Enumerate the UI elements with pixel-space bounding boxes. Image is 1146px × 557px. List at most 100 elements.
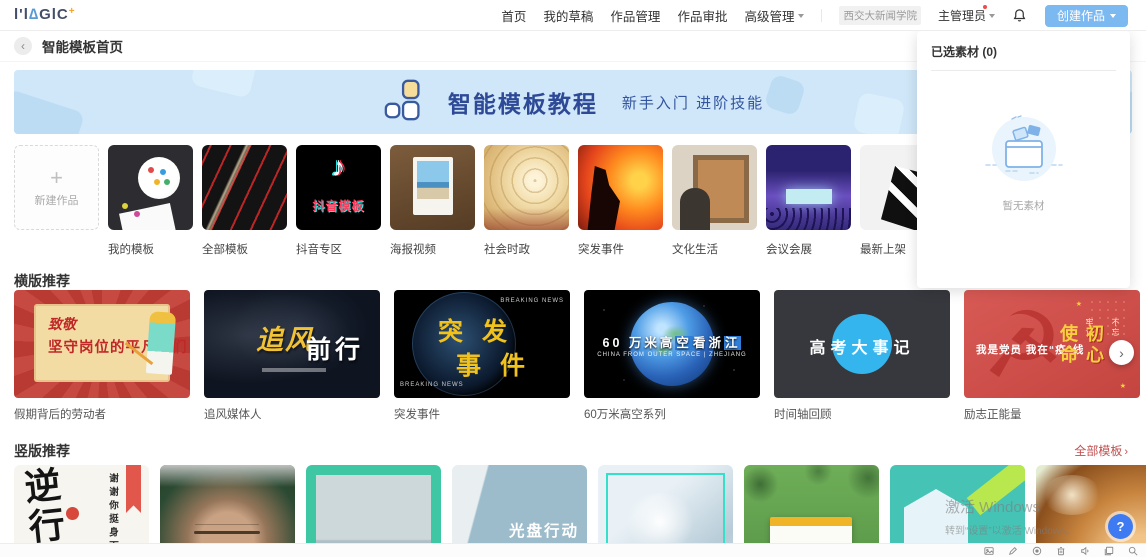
page-title: 智能模板首页: [42, 36, 123, 56]
empty-state: 暂无素材: [917, 109, 1130, 213]
banner-title: 智能模板教程: [448, 85, 598, 119]
delete-trash-icon[interactable]: [1056, 546, 1066, 556]
new-work-tile[interactable]: + 新建作品: [14, 145, 99, 257]
chevron-down-icon: [989, 14, 995, 18]
category-thumb[interactable]: [390, 145, 475, 230]
create-work-button[interactable]: 创建作品: [1045, 5, 1128, 27]
category-row: + 新建作品 我的模板 全部模板 ♪ 抖音模板 抖音专区 海报视频 社会时政: [14, 145, 945, 257]
thumb-text: 60 万米高空看浙江: [584, 332, 760, 351]
app-logo[interactable]: l'l∆GlC+: [14, 6, 76, 23]
card-caption: 60万米高空系列: [584, 406, 760, 422]
chevron-down-icon: [1110, 14, 1116, 18]
template-card-breaking-news[interactable]: BREAKING NEWS 突 发 事 件 BREAKING NEWS 突发事件: [394, 290, 570, 422]
thumb-text: 不忘: [1111, 318, 1120, 338]
role-label: 主管理员: [938, 7, 986, 24]
new-work-box[interactable]: + 新建作品: [14, 145, 99, 230]
app-root: l'l∆GlC+ 首页 我的草稿 作品管理 作品审批 高级管理 西交大新闻学院 …: [0, 0, 1146, 557]
search-icon[interactable]: [1128, 546, 1138, 556]
category-culture-life[interactable]: 文化生活: [672, 145, 757, 257]
category-thumb[interactable]: ♪ 抖音模板: [296, 145, 381, 230]
template-card-laborers[interactable]: 致敬 坚守岗位的平凡人们 假期背后的劳动者: [14, 290, 190, 422]
edit-pen-icon[interactable]: [1008, 546, 1018, 556]
banner-deco: [852, 92, 905, 134]
template-thumb[interactable]: 致敬 坚守岗位的平凡人们: [14, 290, 190, 398]
category-my-templates[interactable]: 我的模板: [108, 145, 193, 257]
logo-part: G: [39, 6, 52, 23]
logo-triangle: ∆: [29, 6, 39, 23]
template-card-space-series[interactable]: 60 万米高空看浙江 CHINA FROM OUTER SPACE | ZHEJ…: [584, 290, 760, 422]
category-label: 突发事件: [578, 241, 663, 257]
thumb-detail: [126, 465, 141, 513]
category-all-templates[interactable]: 全部模板: [202, 145, 287, 257]
template-thumb[interactable]: 高考大事记: [774, 290, 950, 398]
top-header: l'l∆GlC+ 首页 我的草稿 作品管理 作品审批 高级管理 西交大新闻学院 …: [0, 0, 1146, 31]
banner-deco: [764, 74, 807, 117]
star-icon: ★: [1120, 382, 1126, 390]
card-caption: 时间轴回顾: [774, 406, 950, 422]
category-thumb[interactable]: [578, 145, 663, 230]
link-label: 全部模板: [1074, 444, 1122, 458]
nav-works-approval[interactable]: 作品审批: [677, 6, 727, 25]
category-thumb[interactable]: [766, 145, 851, 230]
category-label: 抖音专区: [296, 241, 381, 257]
help-button[interactable]: ?: [1108, 514, 1133, 539]
volume-icon[interactable]: [1080, 546, 1090, 556]
thumb-text: 使命: [1054, 324, 1080, 366]
category-douyin[interactable]: ♪ 抖音模板 抖音专区: [296, 145, 381, 257]
plus-icon: +: [50, 168, 63, 188]
category-label: 我的模板: [108, 241, 193, 257]
category-politics[interactable]: 社会时政: [484, 145, 569, 257]
seal-stamp: [66, 507, 79, 520]
thumb-text: 高考大事记: [774, 334, 950, 358]
thumb-text: 空: [675, 336, 693, 350]
banner-deco: [190, 70, 258, 99]
horizontal-card-row: 致敬 坚守岗位的平凡人们 假期背后的劳动者 追风 前行 追风媒体人 BREAKI…: [14, 290, 1140, 422]
card-caption: 突发事件: [394, 406, 570, 422]
thumb-text: CHINA FROM OUTER SPACE | ZHEJIANG: [584, 352, 760, 358]
nav-home[interactable]: 首页: [501, 6, 526, 25]
category-thumb[interactable]: [484, 145, 569, 230]
thumb-text: 抖音模板: [296, 197, 381, 214]
card-caption: 追风媒体人: [204, 406, 380, 422]
new-work-label: 新建作品: [35, 192, 79, 208]
nav-divider: [821, 9, 822, 22]
category-label: 文化生活: [672, 241, 757, 257]
empty-text: 暂无素材: [1003, 198, 1045, 213]
category-breaking-events[interactable]: 突发事件: [578, 145, 663, 257]
logo-part: l'l: [14, 6, 29, 23]
nav-works-management[interactable]: 作品管理: [610, 6, 660, 25]
nav-advanced-management[interactable]: 高级管理: [744, 6, 804, 25]
nav-label: 高级管理: [744, 6, 794, 25]
template-thumb[interactable]: 追风 前行: [204, 290, 380, 398]
top-nav: 首页 我的草稿 作品管理 作品审批 高级管理 西交大新闻学院 主管理员 创建作品: [501, 0, 1128, 31]
create-work-label: 创建作品: [1057, 7, 1105, 24]
thumb-text: 致敬: [48, 314, 76, 334]
carousel-next-button[interactable]: ›: [1109, 340, 1134, 365]
org-badge: 西交大新闻学院: [839, 6, 921, 25]
template-thumb[interactable]: BREAKING NEWS 突 发 事 件 BREAKING NEWS: [394, 290, 570, 398]
template-card-storm-media[interactable]: 追风 前行 追风媒体人: [204, 290, 380, 422]
record-circle-icon[interactable]: [1032, 546, 1042, 556]
category-label: 全部模板: [202, 241, 287, 257]
banner-subtitle: 新手入门 进阶技能: [622, 92, 764, 113]
category-poster-video[interactable]: 海报视频: [390, 145, 475, 257]
all-templates-link[interactable]: 全部模板›: [1074, 442, 1128, 459]
category-thumb[interactable]: [672, 145, 757, 230]
window-icon[interactable]: [1104, 546, 1114, 556]
category-label: 海报视频: [390, 241, 475, 257]
thumb-text: BREAKING NEWS: [500, 298, 564, 304]
nav-my-drafts[interactable]: 我的草稿: [543, 6, 593, 25]
category-conference[interactable]: 会议会展: [766, 145, 851, 257]
thumb-text: 初心: [1080, 324, 1106, 366]
back-button[interactable]: ‹: [14, 37, 32, 55]
thumb-text: 前行: [306, 330, 364, 366]
category-thumb[interactable]: [202, 145, 287, 230]
bell-icon[interactable]: [1012, 8, 1028, 24]
user-role-menu[interactable]: 主管理员: [938, 7, 995, 24]
category-thumb[interactable]: [108, 145, 193, 230]
template-thumb[interactable]: 60 万米高空看浙江 CHINA FROM OUTER SPACE | ZHEJ…: [584, 290, 760, 398]
image-icon[interactable]: [984, 546, 994, 556]
chevron-down-icon: [798, 14, 804, 18]
panel-title: 已选素材 (0): [917, 31, 1130, 70]
template-card-timeline[interactable]: 高考大事记 时间轴回顾: [774, 290, 950, 422]
